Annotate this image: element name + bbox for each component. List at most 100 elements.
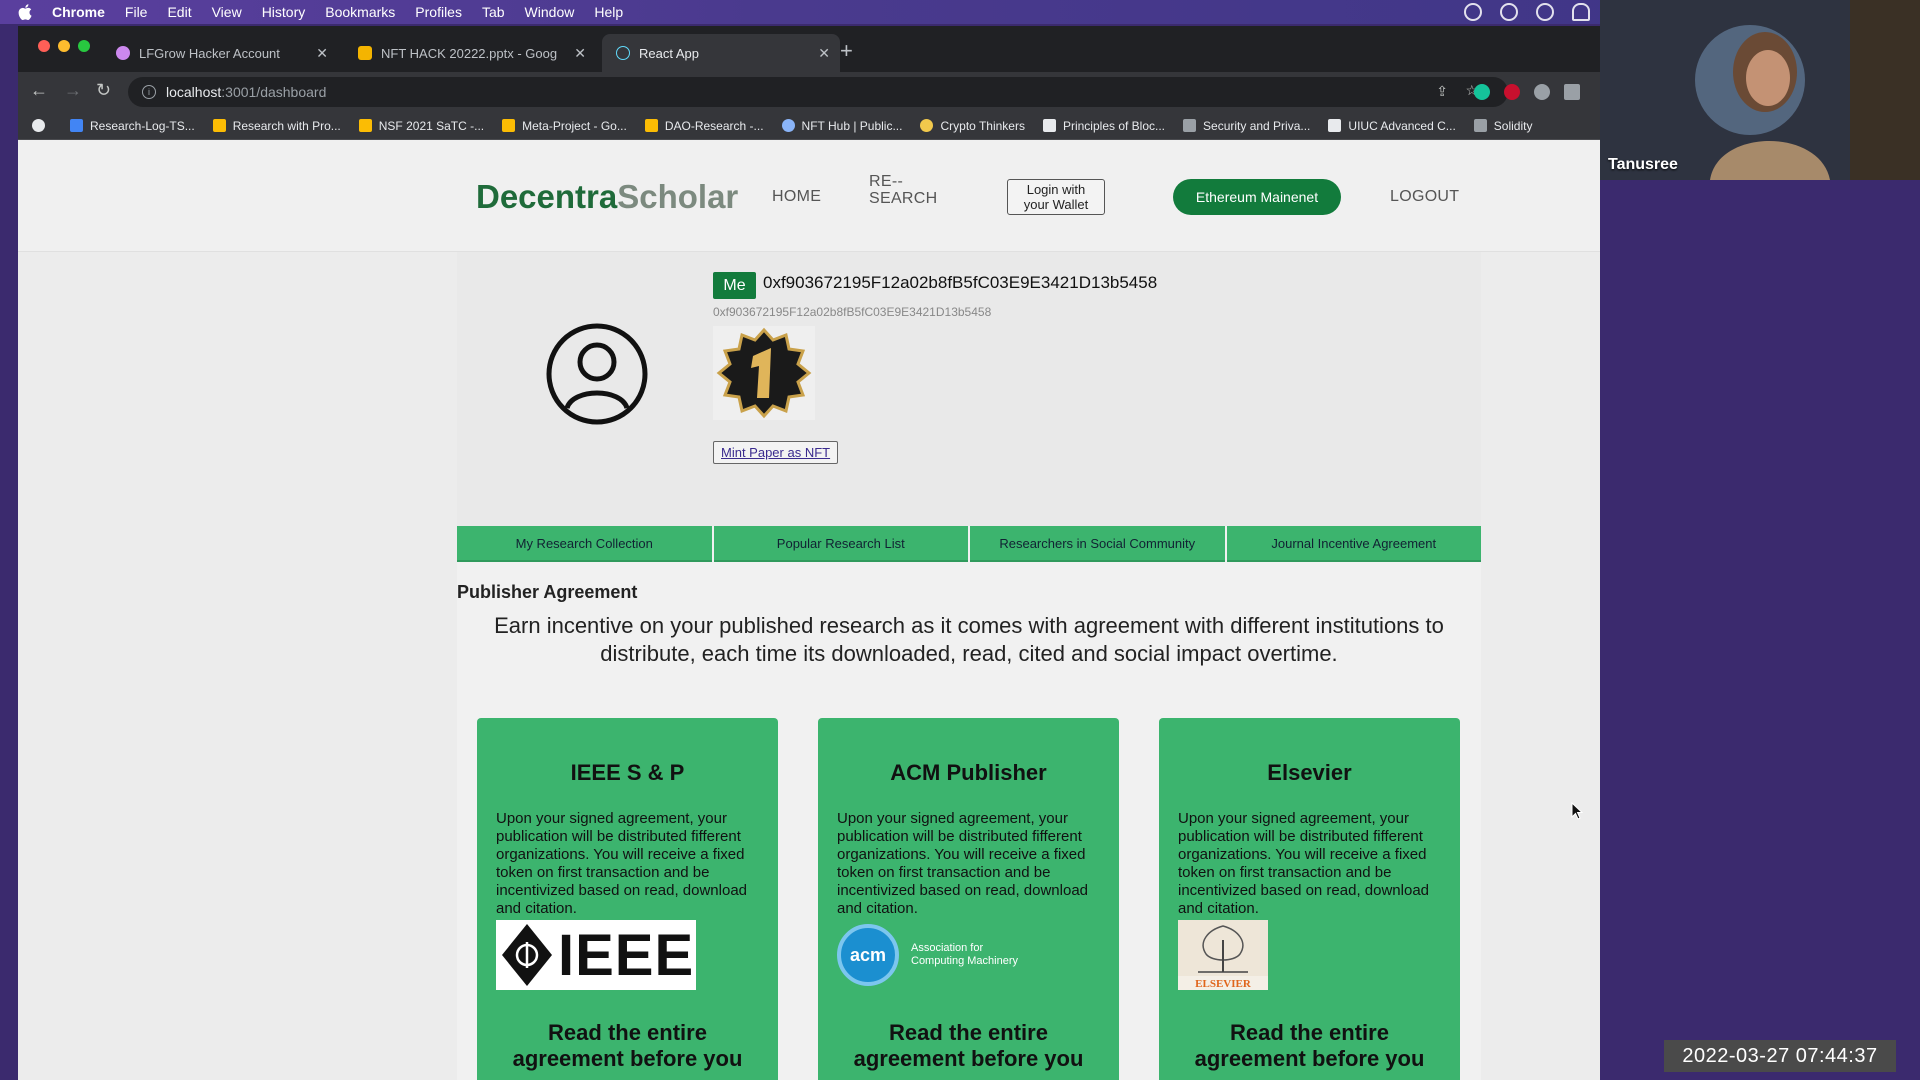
bookmarks-bar: Research-Log-TS... Research with Pro... …: [18, 112, 1600, 140]
grammarly-extension-icon[interactable]: [1474, 84, 1490, 100]
bookmark-item[interactable]: Crypto Thinkers: [920, 118, 1025, 133]
bookmark-label: NSF 2021 SaTC -...: [378, 118, 485, 133]
publisher-card-acm: ACM Publisher Upon your signed agreement…: [818, 718, 1119, 1080]
minimize-window-icon[interactable]: [58, 40, 70, 52]
headphones-icon[interactable]: [1572, 3, 1590, 21]
bookmark-item[interactable]: Meta-Project - Go...: [502, 119, 627, 133]
nav-research-line-1: RE--: [869, 173, 904, 190]
menu-bookmarks[interactable]: Bookmarks: [325, 4, 395, 20]
acm-circle-icon: acm: [837, 924, 899, 986]
menu-help[interactable]: Help: [594, 4, 623, 20]
status-tray: [1464, 3, 1590, 21]
menu-tab[interactable]: Tab: [482, 4, 505, 20]
acm-wordmark-line-1: Association for: [911, 942, 984, 954]
bookmark-item[interactable]: DAO-Research -...: [644, 119, 764, 133]
wallet-address-sub: 0xf903672195F12a02b8fB5fC03E9E3421D13b54…: [713, 305, 992, 319]
bookmark-item[interactable]: Security and Priva...: [1183, 119, 1310, 133]
menu-file[interactable]: File: [125, 4, 148, 20]
bookmark-label: Principles of Bloc...: [1062, 118, 1166, 133]
camera-icon: [1328, 119, 1342, 132]
menu-edit[interactable]: Edit: [167, 4, 191, 20]
publisher-description: Upon your signed agreement, your publica…: [1178, 810, 1430, 917]
bookmark-label: Crypto Thinkers: [940, 118, 1025, 133]
acm-wordmark-line-2: Computing Machinery: [911, 955, 1018, 967]
wallet-label-2: your Wallet: [1023, 197, 1089, 212]
nav-home[interactable]: HOME: [772, 188, 821, 206]
ieee-wordmark: IEEE: [558, 922, 695, 988]
drive-icon: [212, 119, 226, 132]
tab-my-research[interactable]: My Research Collection: [457, 526, 712, 562]
menu-view[interactable]: View: [212, 4, 242, 20]
close-tab-icon[interactable]: ✕: [316, 45, 328, 62]
bookmark-item[interactable]: NFT Hub | Public...: [781, 118, 903, 133]
tab-strip: LFGrow Hacker Account ✕ NFT HACK 20222.p…: [18, 26, 1600, 72]
site-header: DecentraScholar HOME RE-- SEARCH Login w…: [18, 140, 1600, 252]
bookmark-item[interactable]: Research-Log-TS...: [70, 119, 195, 133]
bookmark-item[interactable]: NSF 2021 SaTC -...: [358, 118, 485, 133]
reload-icon[interactable]: ↻: [96, 80, 111, 101]
bookmark-label: NFT Hub | Public...: [801, 118, 903, 133]
me-badge: Me: [713, 272, 756, 299]
site-logo[interactable]: DecentraScholar: [476, 178, 738, 216]
publisher-description: Upon your signed agreement, your publica…: [837, 810, 1089, 917]
bookmark-item[interactable]: Solidity: [1473, 118, 1533, 133]
bookmark-apps[interactable]: [32, 119, 52, 132]
apple-icon[interactable]: [18, 4, 32, 20]
web-page: DecentraScholar HOME RE-- SEARCH Login w…: [18, 140, 1600, 1080]
tab-popular-research[interactable]: Popular Research List: [713, 526, 968, 562]
nav-logout[interactable]: LOGOUT: [1390, 188, 1459, 206]
cloud-icon[interactable]: [1500, 3, 1518, 21]
tab-react-app[interactable]: React App ✕: [602, 34, 840, 72]
menu-profiles[interactable]: Profiles: [415, 4, 462, 20]
creative-cloud-icon[interactable]: [1536, 3, 1554, 21]
menu-history[interactable]: History: [262, 4, 306, 20]
zoom-window-icon[interactable]: [78, 40, 90, 52]
mouse-pointer-icon: [1571, 802, 1583, 820]
tab-title: React App: [639, 45, 699, 61]
extension-red-icon[interactable]: [1504, 84, 1520, 100]
tab-journal-incentive[interactable]: Journal Incentive Agreement: [1226, 526, 1481, 562]
extension-cloud-icon[interactable]: [1534, 84, 1550, 100]
address-bar[interactable]: i localhost:3001/dashboard ⇪ ☆: [128, 77, 1508, 107]
site-info-icon[interactable]: i: [142, 85, 156, 99]
close-window-icon[interactable]: [38, 40, 50, 52]
elsevier-wordmark: ELSEVIER: [1195, 978, 1251, 990]
browser-window: LFGrow Hacker Account ✕ NFT HACK 20222.p…: [18, 26, 1600, 1080]
tab-researchers-community[interactable]: Researchers in Social Community: [970, 526, 1225, 562]
tab-lfgrow[interactable]: LFGrow Hacker Account ✕: [102, 34, 338, 72]
new-tab-icon[interactable]: +: [840, 38, 853, 64]
publisher-name: ACM Publisher: [890, 760, 1047, 785]
mint-nft-button[interactable]: Mint Paper as NFT: [713, 441, 839, 464]
tab-title: NFT HACK 20222.pptx - Googl: [381, 45, 557, 61]
bookmark-label: Solidity: [1493, 118, 1533, 133]
tab-nft-hack-slides[interactable]: NFT HACK 20222.pptx - Googl ✕: [344, 34, 596, 72]
read-agreement-heading: Read the entire agreement before you: [512, 1020, 743, 1071]
share-icon[interactable]: ⇪: [1436, 83, 1448, 100]
bookmark-item[interactable]: UIUC Advanced C...: [1328, 119, 1456, 133]
url-path: :3001/dashboard: [221, 84, 327, 100]
lfgrow-favicon-icon: [116, 46, 130, 60]
publisher-description: Upon your signed agreement, your publica…: [496, 810, 748, 917]
weather-icon[interactable]: [1464, 3, 1482, 21]
bookmark-item[interactable]: Research with Pro...: [212, 118, 341, 133]
solidity-icon: [1473, 119, 1487, 132]
section-title: Publisher Agreement: [457, 582, 638, 602]
acm-circle-text: acm: [849, 944, 887, 965]
back-arrow-icon[interactable]: ←: [30, 80, 48, 101]
menu-app-chrome[interactable]: Chrome: [52, 4, 105, 20]
participant-name: Tanusree: [1608, 156, 1678, 173]
close-tab-icon[interactable]: ✕: [818, 45, 830, 62]
bookmark-item[interactable]: Principles of Bloc...: [1042, 118, 1166, 133]
bookmark-label: Research with Pro...: [232, 118, 341, 133]
extension-box-icon[interactable]: [1564, 84, 1580, 100]
login-wallet-button[interactable]: Login with your Wallet: [1007, 179, 1105, 215]
network-button[interactable]: Ethereum Mainenet: [1173, 179, 1341, 215]
ieee-logo: IEEE: [496, 920, 696, 990]
logo-part-1: Decentra: [476, 178, 618, 215]
read-agreement-heading: Read the entire agreement before you: [1194, 1020, 1425, 1071]
drive-icon: [358, 119, 372, 132]
menu-window[interactable]: Window: [525, 4, 575, 20]
nav-research[interactable]: RE-- SEARCH: [869, 173, 937, 207]
forward-arrow-icon[interactable]: →: [64, 80, 82, 101]
close-tab-icon[interactable]: ✕: [574, 45, 586, 62]
